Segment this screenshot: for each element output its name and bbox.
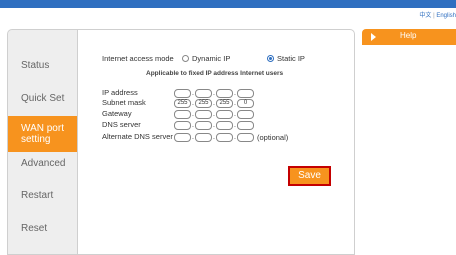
play-arrow-icon [371,33,376,41]
dns-server-octet-3[interactable] [216,121,233,130]
dns-server-input-group: ... [174,121,254,130]
subnet-mask-label: Subnet mask [102,98,146,107]
dns-server-octet-2[interactable] [195,121,212,130]
alternate-dns-server-label: Alternate DNS server [102,132,173,141]
alternate-dns-octet-2[interactable] [195,133,212,142]
sidebar-item-status[interactable]: Status [8,60,77,71]
gateway-octet-1[interactable] [174,110,191,119]
alternate-dns-octet-4[interactable] [237,133,254,142]
gateway-input-group: ... [174,110,254,119]
language-english-link[interactable]: English [436,13,456,19]
subnet-mask-octet-1[interactable]: 255 [174,99,191,108]
alternate-dns-octet-3[interactable] [216,133,233,142]
gateway-label: Gateway [102,109,132,118]
static-ip-note: Applicable to fixed IP address Internet … [146,70,284,77]
internet-access-mode-row: Internet access mode Dynamic IP Static I… [102,54,305,63]
internet-access-mode-label: Internet access mode [102,54,174,63]
dns-server-octet-1[interactable] [174,121,191,130]
top-bar [0,0,456,8]
sidebar-item-quick-set[interactable]: Quick Set [8,93,77,104]
subnet-mask-octet-3[interactable]: 255 [216,99,233,108]
radio-static-ip-label: Static IP [277,54,305,63]
subnet-mask-octet-4[interactable]: 0 [237,99,254,108]
optional-note: (optional) [257,133,289,142]
sidebar-item-advanced[interactable]: Advanced [8,158,77,169]
gateway-octet-2[interactable] [195,110,212,119]
dns-server-octet-4[interactable] [237,121,254,130]
radio-dynamic-ip[interactable]: Dynamic IP [182,54,230,63]
sidebar-nav: Status Quick Set WAN port setting Advanc… [7,29,77,255]
ip-address-octet-2[interactable] [195,89,212,98]
ip-address-input-group: ... [174,89,254,98]
subnet-mask-octet-2[interactable]: 255 [195,99,212,108]
sidebar-item-label-line2: setting [21,134,51,145]
help-label: Help [400,31,417,40]
sidebar-item-restart[interactable]: Restart [8,190,77,201]
radio-unchecked-icon [182,55,189,62]
radio-dynamic-ip-label: Dynamic IP [192,54,231,63]
language-separator: | [433,13,435,19]
ip-address-octet-3[interactable] [216,89,233,98]
wan-settings-panel: Internet access mode Dynamic IP Static I… [77,29,355,255]
help-toggle[interactable]: Help [362,29,456,45]
alternate-dns-server-input-group: ... (optional) [174,133,288,142]
language-switcher: 中文 | English [419,10,456,19]
radio-static-ip[interactable]: Static IP [267,54,305,63]
dns-server-label: DNS server [102,120,141,129]
radio-checked-icon [267,55,274,62]
ip-address-octet-1[interactable] [174,89,191,98]
language-chinese-link[interactable]: 中文 [419,13,431,19]
sidebar-item-reset[interactable]: Reset [8,223,77,234]
subnet-mask-input-group: 255. 255. 255. 0 [174,99,254,108]
sidebar-item-wan-port-setting[interactable]: WAN port setting [8,116,77,152]
gateway-octet-3[interactable] [216,110,233,119]
ip-address-octet-4[interactable] [237,89,254,98]
sidebar-item-label-line1: WAN port [21,123,64,134]
ip-address-label: IP address [102,88,138,97]
save-button[interactable]: Save [288,166,331,186]
gateway-octet-4[interactable] [237,110,254,119]
alternate-dns-octet-1[interactable] [174,133,191,142]
